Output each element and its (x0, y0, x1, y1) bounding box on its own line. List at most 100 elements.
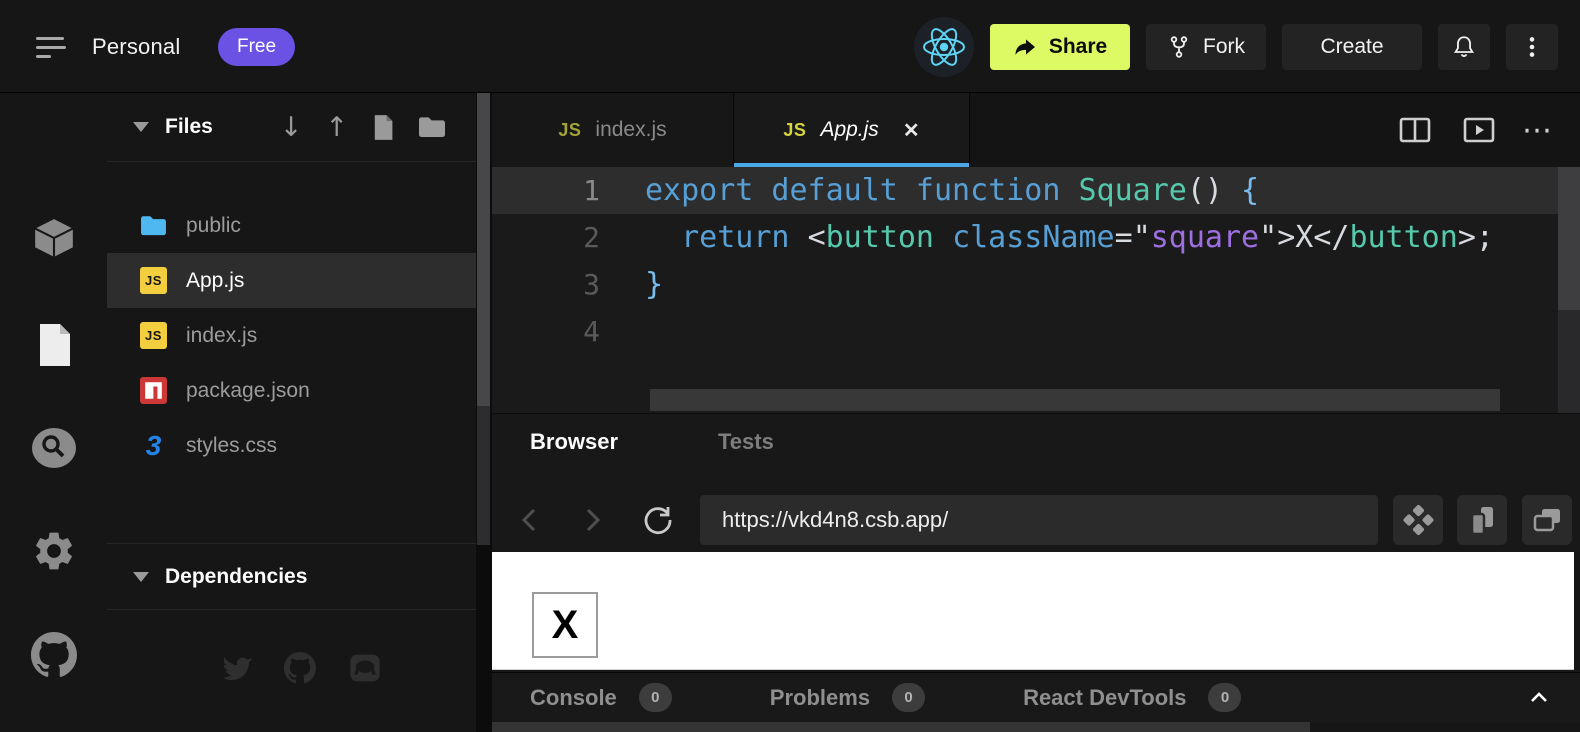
forward-icon[interactable] (576, 500, 608, 540)
problems-tab[interactable]: Problems 0 (770, 683, 925, 712)
share-arrow-icon (1013, 35, 1037, 59)
tab-appjs[interactable]: JS App.js ✕ (734, 93, 970, 167)
editor-scrollbar-thumb[interactable] (1558, 167, 1580, 310)
search-icon (30, 426, 78, 470)
github-footer-icon[interactable] (284, 652, 316, 684)
split-view-button[interactable] (1398, 93, 1432, 167)
url-input[interactable] (700, 495, 1378, 545)
line-number: 1 (492, 174, 600, 207)
preview-actions-button[interactable] (1393, 495, 1443, 545)
workspace-name[interactable]: Personal (92, 0, 180, 93)
console-label: Console (530, 685, 617, 711)
sidebar-item-explorer[interactable] (0, 319, 107, 371)
sidebar-item-sandbox[interactable] (0, 212, 107, 264)
chevron-up-icon (1526, 687, 1552, 707)
file-row-appjs[interactable]: JS App.js (107, 253, 476, 308)
dependencies-section[interactable]: Dependencies (107, 543, 476, 610)
react-devtools-count-badge: 0 (1208, 683, 1241, 712)
editor-tab-bar: JS index.js JS App.js ✕ ⋯ (492, 93, 1580, 167)
code-line[interactable]: 1 export default function Square() { (492, 167, 1558, 214)
code-lines: 1 export default function Square() { 2 ret… (492, 167, 1580, 355)
editor-vertical-scrollbar[interactable] (1558, 167, 1580, 413)
file-name: public (186, 214, 241, 238)
activity-bar (0, 93, 107, 732)
react-devtools-label: React DevTools (1023, 685, 1186, 711)
gear-icon (31, 528, 77, 574)
header: Personal Free Share (0, 0, 1580, 93)
chevron-down-icon[interactable] (133, 122, 149, 132)
file-row-stylescss[interactable]: 3 styles.css (107, 418, 476, 473)
preview-toggle-button[interactable] (1462, 93, 1496, 167)
css-file-icon: 3 (146, 430, 162, 462)
download-icon[interactable]: ↓ (280, 114, 303, 141)
twitter-icon[interactable] (220, 652, 252, 684)
fork-button[interactable]: Fork (1146, 24, 1266, 70)
file-icon (33, 322, 75, 368)
js-file-icon: JS (140, 267, 167, 294)
create-button[interactable]: Create (1282, 24, 1422, 70)
file-row-packagejson[interactable]: package.json (107, 363, 476, 418)
browser-preview: X (492, 552, 1574, 670)
copy-panes-icon (1465, 503, 1499, 537)
tab-label: App.js (820, 118, 878, 142)
fork-icon (1167, 35, 1191, 59)
code-line[interactable]: 3} (492, 261, 1580, 308)
preview-square-button[interactable]: X (532, 592, 598, 658)
new-folder-icon[interactable] (418, 115, 446, 139)
editor-horizontal-scrollbar[interactable] (650, 389, 1500, 411)
js-tab-icon: JS (783, 120, 806, 141)
files-scrollbar[interactable] (477, 93, 490, 545)
back-icon[interactable] (514, 500, 546, 540)
create-label: Create (1320, 35, 1383, 59)
codesandbox-app: Personal Free Share (0, 0, 1580, 732)
new-file-icon[interactable] (371, 114, 395, 141)
discord-icon[interactable] (349, 652, 381, 684)
sidebar-item-search[interactable] (0, 422, 107, 474)
duplicate-pane-button[interactable] (1457, 495, 1507, 545)
close-tab-icon[interactable]: ✕ (903, 118, 920, 143)
tab-tests[interactable]: Tests (718, 429, 774, 455)
problems-label: Problems (770, 685, 870, 711)
devtools-horizontal-scrollbar[interactable] (492, 722, 1580, 732)
react-devtools-tab[interactable]: React DevTools 0 (1023, 683, 1241, 712)
more-options-button[interactable] (1506, 24, 1558, 70)
sidebar-item-settings[interactable] (0, 525, 107, 577)
files-scrollbar-thumb[interactable] (477, 93, 490, 406)
plan-badge[interactable]: Free (218, 28, 295, 66)
react-logo-avatar[interactable] (914, 17, 974, 77)
code-text: } (645, 267, 663, 302)
sidebar-item-github[interactable] (0, 629, 107, 681)
kebab-menu-icon (1519, 34, 1545, 60)
line-number: 2 (492, 221, 600, 254)
code-line[interactable]: 2 return <button className="square">X</b… (492, 214, 1580, 261)
console-tab[interactable]: Console 0 (530, 683, 672, 712)
open-new-window-button[interactable] (1522, 495, 1572, 545)
browser-tabs: Browser Tests (492, 414, 1580, 470)
devtools-scrollbar-thumb[interactable] (492, 722, 1310, 732)
more-horizontal-icon: ⋯ (1522, 113, 1552, 148)
share-label: Share (1049, 35, 1107, 59)
refresh-icon[interactable] (640, 502, 676, 538)
hamburger-menu-icon[interactable] (36, 37, 68, 57)
folder-icon (140, 214, 167, 237)
file-row-indexjs[interactable]: JS index.js (107, 308, 476, 363)
react-logo-icon (922, 25, 966, 69)
tab-browser[interactable]: Browser (530, 429, 618, 455)
editor-more-button[interactable]: ⋯ (1522, 93, 1552, 167)
expand-devtools-button[interactable] (1526, 672, 1552, 722)
share-button[interactable]: Share (990, 24, 1130, 70)
tab-indexjs[interactable]: JS index.js (492, 93, 734, 167)
file-name: package.json (186, 379, 310, 403)
cube-icon (31, 215, 77, 261)
files-header: Files ↓ ↑ (107, 93, 476, 162)
files-title: Files (165, 115, 213, 139)
js-file-icon: JS (140, 322, 167, 349)
files-scrollbar-track (477, 406, 490, 545)
dependencies-title: Dependencies (165, 565, 307, 589)
file-row-public[interactable]: public (107, 198, 476, 253)
upload-icon[interactable]: ↑ (325, 114, 348, 141)
code-text: export default function Square() { (645, 173, 1259, 208)
chevron-down-icon (133, 572, 149, 582)
notifications-button[interactable] (1438, 24, 1490, 70)
code-line[interactable]: 4 (492, 308, 1580, 355)
